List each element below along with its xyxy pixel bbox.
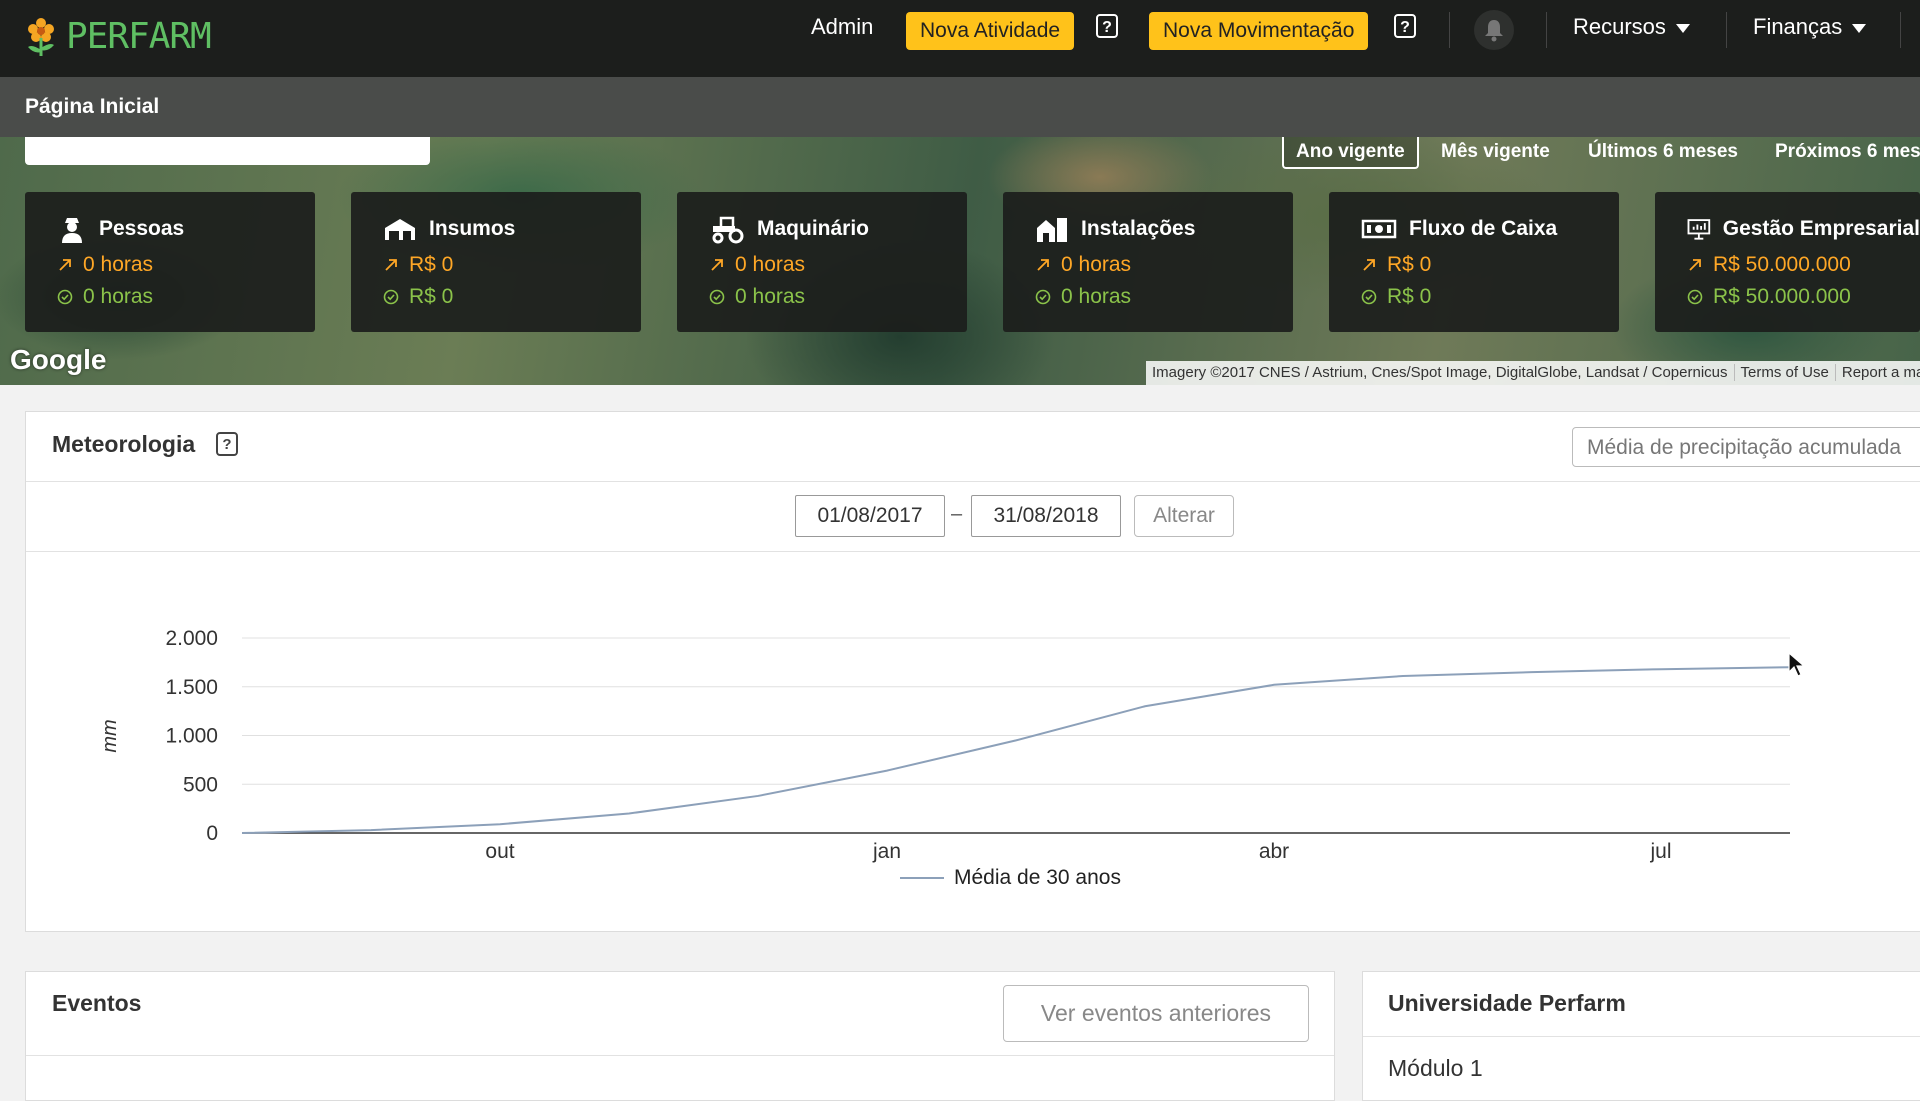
y-tick-label: 500 <box>183 773 218 796</box>
x-tick-label: out <box>485 840 514 863</box>
precipitation-chart: 0 500 1.000 1.500 2.000 out jan abr jul mm <box>99 627 1791 863</box>
module-item[interactable]: Módulo 1 <box>1388 1055 1483 1082</box>
x-tick-label: abr <box>1259 840 1289 863</box>
y-tick-label: 0 <box>206 822 218 845</box>
panel-divider <box>1363 1036 1920 1037</box>
y-tick-label: 1.500 <box>165 676 218 699</box>
mouse-cursor-icon <box>1788 652 1806 677</box>
x-tick-label: jul <box>1649 840 1671 863</box>
y-axis-label: mm <box>99 719 121 752</box>
series-line <box>241 666 1791 834</box>
panel-divider <box>26 1055 1334 1056</box>
legend-label: Média de 30 anos <box>954 866 1121 889</box>
legend-swatch <box>900 877 944 879</box>
x-tick-label: jan <box>872 840 901 863</box>
past-events-button[interactable]: Ver eventos anteriores <box>1003 985 1309 1042</box>
chart-legend: Média de 30 anos <box>900 866 1121 890</box>
y-tick-label: 1.000 <box>165 725 218 748</box>
universidade-title: Universidade Perfarm <box>1388 990 1626 1016</box>
y-tick-label: 2.000 <box>165 627 218 650</box>
eventos-title: Eventos <box>52 990 142 1016</box>
